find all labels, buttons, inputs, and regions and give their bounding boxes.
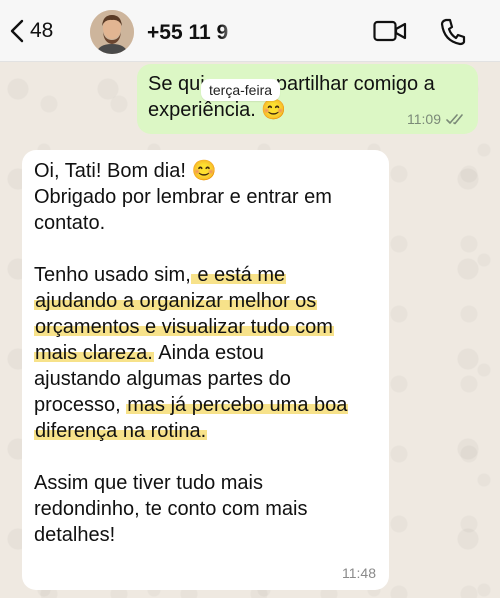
video-call-icon (373, 20, 407, 42)
message-line: ajudando a organizar melhor os (34, 288, 377, 314)
outgoing-message-meta: 11:09 (407, 111, 466, 127)
phone-call-icon (440, 18, 466, 46)
message-line: Tenho usado sim, e está me (34, 262, 377, 288)
message-line: processo, mas já percebo uma boa (34, 392, 377, 418)
message-paragraph: Assim que tiver tudo mais redondinho, te… (34, 470, 377, 548)
message-text: Tenho usado sim, (34, 264, 191, 286)
message-line: Assim que tiver tudo mais (34, 472, 263, 494)
message-line: Obrigado por lembrar e entrar em (34, 186, 332, 208)
message-line: redondinho, te conto com mais (34, 498, 308, 520)
back-chevron-icon (10, 19, 24, 43)
highlighted-text: diferença na rotina. (34, 420, 208, 442)
incoming-message-time: 11:48 (342, 565, 376, 581)
message-line: contato. (34, 212, 106, 234)
message-line: diferença na rotina. (34, 418, 377, 444)
highlighted-text: ajudando a organizar melhor os (34, 290, 318, 312)
message-text: Ainda estou (153, 342, 264, 364)
video-call-button[interactable] (373, 19, 407, 48)
phone-call-button[interactable] (440, 18, 466, 51)
message-paragraph: Tenho usado sim, e está me ajudando a or… (34, 262, 377, 444)
back-button[interactable]: 48 (10, 19, 53, 43)
message-line: detalhes! (34, 524, 116, 546)
outgoing-message-time: 11:09 (407, 111, 441, 127)
contact-name[interactable]: +55 11 9 (147, 20, 228, 46)
highlighted-text: mas já percebo uma boa (126, 394, 349, 416)
message-line: mais clareza. Ainda estou (34, 340, 377, 366)
outgoing-message[interactable]: Se quiser compartilhar comigo a experiên… (137, 64, 478, 134)
avatar-image (90, 10, 134, 54)
message-paragraph: Oi, Tati! Bom dia! 😊 Obrigado por lembra… (34, 158, 377, 236)
chat-header: 48 +55 11 9 (0, 0, 500, 62)
message-line: ajustando algumas partes do (34, 368, 291, 390)
message-line: Oi, Tati! Bom dia! 😊 (34, 160, 217, 182)
highlighted-text: e está me (190, 264, 287, 286)
unread-count: 48 (30, 19, 54, 42)
highlighted-text: orçamentos e visualizar tudo com (34, 316, 334, 338)
date-separator: terça-feira (201, 79, 281, 101)
incoming-message[interactable]: Oi, Tati! Bom dia! 😊 Obrigado por lembra… (22, 150, 389, 590)
message-line: orçamentos e visualizar tudo com (34, 314, 377, 340)
double-check-icon (446, 114, 463, 125)
highlighted-text: mais clareza. (34, 342, 154, 364)
avatar[interactable] (90, 10, 134, 54)
message-text: processo, (34, 394, 127, 416)
redaction-mask (220, 18, 330, 48)
